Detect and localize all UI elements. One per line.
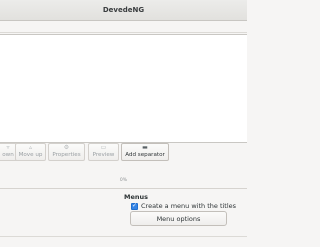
title-bar: DevedeNG xyxy=(0,0,247,21)
menu-options-button[interactable]: Menu options xyxy=(130,211,227,226)
titles-list[interactable] xyxy=(0,34,247,143)
create-menu-checkbox[interactable]: ✓ xyxy=(131,202,138,210)
preview-icon: ▭ xyxy=(100,144,107,151)
move-up-label: Move up xyxy=(18,152,43,158)
window-title: DevedeNG xyxy=(102,6,145,14)
title-toolbar: ▿ own ▵ Move up ⚙ Properties ▭ Preview ▬… xyxy=(0,143,247,162)
move-up-button[interactable]: ▵ Move up xyxy=(15,143,46,161)
move-down-label: own xyxy=(2,152,14,158)
progress-bar: 0% xyxy=(0,168,247,189)
properties-button[interactable]: ⚙ Properties xyxy=(48,143,85,161)
preview-button[interactable]: ▭ Preview xyxy=(88,143,119,161)
move-down-icon: ▿ xyxy=(6,144,10,151)
preview-label: Preview xyxy=(92,152,115,158)
add-separator-button[interactable]: ▬ Add separator xyxy=(121,143,169,161)
menu-options-label: Menu options xyxy=(156,214,201,223)
menu-bar xyxy=(0,21,247,33)
create-menu-option[interactable]: ✓ Create a menu with the titles xyxy=(131,202,236,210)
menus-section-title: Menus xyxy=(124,193,149,201)
progress-text: 0% xyxy=(119,178,128,183)
bottom-divider xyxy=(0,236,247,237)
create-menu-label: Create a menu with the titles xyxy=(141,202,237,210)
properties-icon: ⚙ xyxy=(63,144,70,151)
add-separator-label: Add separator xyxy=(125,152,165,158)
add-separator-icon: ▬ xyxy=(142,144,148,151)
properties-label: Properties xyxy=(52,152,81,158)
move-up-icon: ▵ xyxy=(28,144,32,151)
